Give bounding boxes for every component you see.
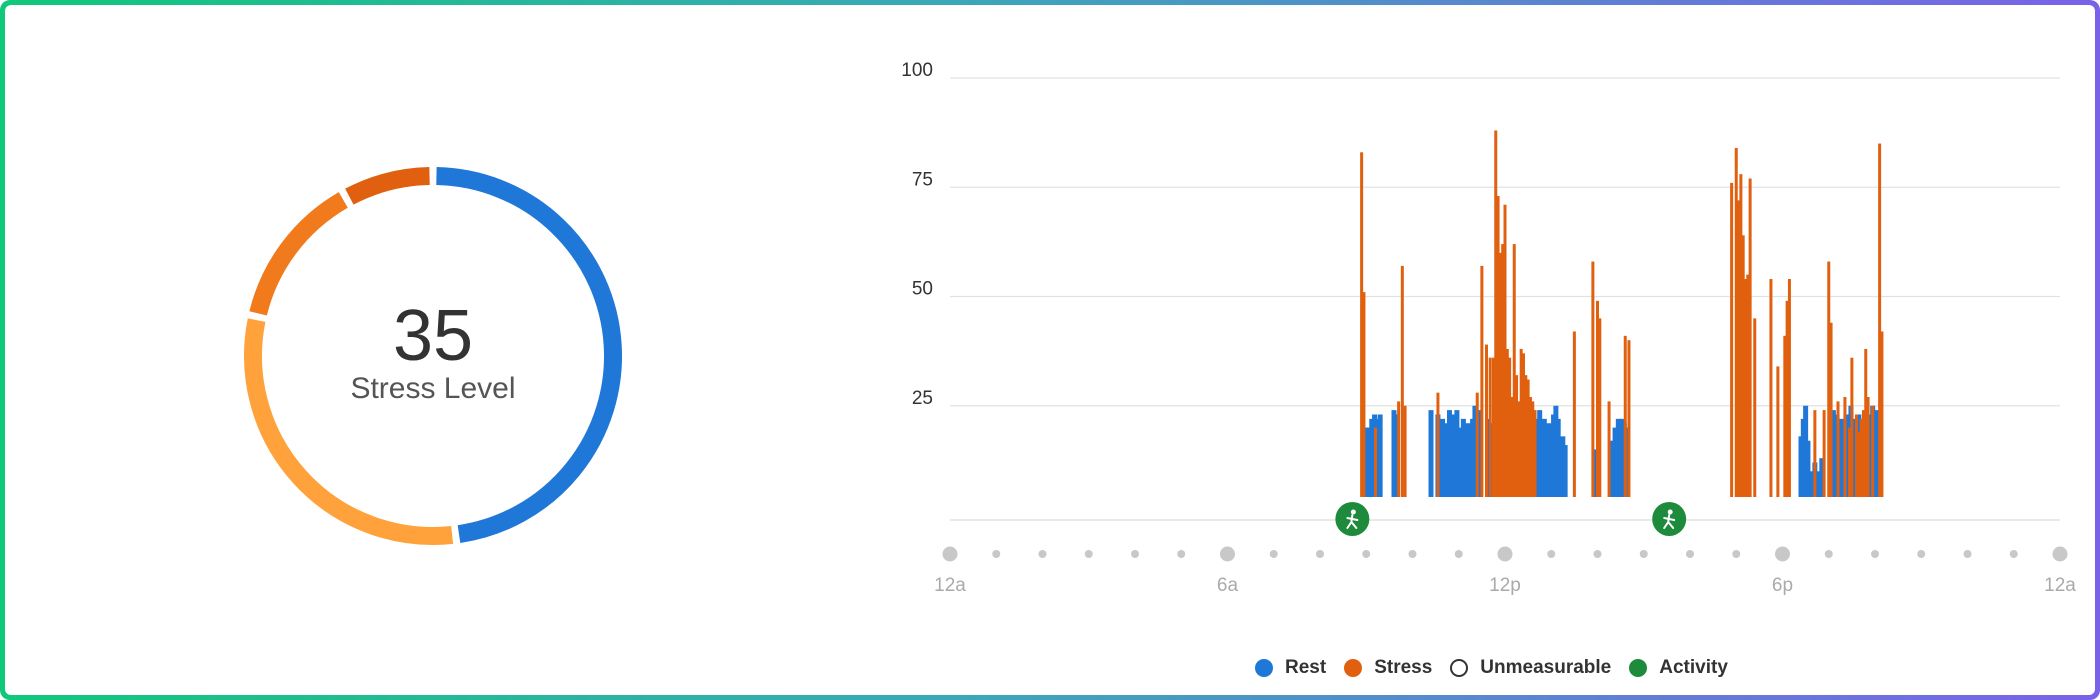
x-minor-tick: [1593, 550, 1602, 558]
x-axis: 12a 6a 12p 6p 12a: [934, 546, 2076, 596]
x-minor-tick: [1547, 550, 1556, 558]
activity-markers: 🚶🏃: [1335, 502, 1687, 536]
x-minor-tick: [1408, 550, 1417, 558]
bar-stress: [1836, 401, 1840, 497]
y-tick-label: 100: [901, 60, 933, 81]
x-major-tick: [1775, 546, 1790, 562]
bar-stress: [1397, 401, 1401, 497]
bar-stress: [1871, 405, 1875, 497]
bar-stress: [1813, 410, 1817, 497]
x-minor-tick: [1639, 550, 1648, 558]
bar-stress: [1880, 331, 1884, 497]
bar-rest: [1465, 423, 1471, 497]
bar-stress: [1607, 401, 1611, 497]
bar-stress: [1843, 397, 1847, 497]
legend-label-stress: Stress: [1374, 657, 1433, 678]
running-icon[interactable]: 🏃: [1652, 502, 1687, 536]
x-major-tick: [1220, 546, 1235, 562]
bar-stress: [1480, 265, 1484, 497]
x-minor-tick: [1269, 550, 1278, 558]
bar-rest: [1377, 414, 1383, 497]
legend-item-rest[interactable]: Rest: [1255, 657, 1326, 679]
legend-item-stress[interactable]: Stress: [1344, 657, 1432, 679]
legend-item-unmeasurable[interactable]: Unmeasurable: [1450, 657, 1611, 679]
legend-item-activity[interactable]: Activity: [1629, 657, 1728, 679]
x-minor-tick: [1316, 550, 1324, 558]
stress-swatch-icon: [1344, 659, 1363, 677]
bar-rest: [1428, 410, 1434, 497]
bar-stress: [1485, 344, 1488, 497]
bar-stress: [1769, 279, 1773, 497]
x-tick-label: 6a: [1217, 575, 1239, 596]
y-tick-label: 50: [912, 279, 933, 300]
bar-rest: [1537, 410, 1543, 497]
bar-rest: [1541, 418, 1547, 497]
bar-stress: [1488, 357, 1492, 497]
legend-label-activity: Activity: [1659, 657, 1728, 678]
y-tick-label: 25: [912, 388, 933, 409]
x-minor-tick: [1084, 550, 1093, 558]
x-minor-tick: [1824, 550, 1833, 558]
bar-stress: [1730, 182, 1734, 497]
bar-rest: [1562, 445, 1568, 497]
bar-stress: [1533, 410, 1537, 497]
x-minor-tick: [2009, 550, 2018, 558]
activity-swatch-icon: [1629, 659, 1648, 677]
bar-stress: [1403, 405, 1407, 497]
stress-card: 35 Stress Level 25 50 75 100 12a 6a 12p 6p 12a …: [5, 5, 2095, 695]
x-minor-tick: [1871, 550, 1879, 558]
legend-label-rest: Rest: [1285, 657, 1327, 678]
x-minor-tick: [1038, 550, 1047, 558]
bar-stress: [1829, 322, 1833, 497]
bar-stress: [1572, 331, 1576, 497]
bar-stress: [1623, 335, 1627, 497]
x-minor-tick: [1362, 550, 1371, 558]
x-minor-tick: [1454, 550, 1463, 558]
x-minor-tick: [1917, 550, 1926, 558]
x-tick-label: 12a: [934, 575, 966, 596]
bar-rest: [1440, 418, 1446, 497]
rest-swatch-icon: [1255, 659, 1273, 677]
bar-stress: [1776, 366, 1780, 497]
card-border: 35 Stress Level 25 50 75 100 12a 6a 12p 6p 12a …: [0, 0, 2100, 700]
chart-legend: Rest Stress Unmeasurable Activity: [1255, 657, 1746, 679]
x-tick-label: 12p: [1489, 575, 1521, 596]
x-tick-label: 6p: [1772, 575, 1793, 596]
bar-stress: [1787, 279, 1791, 497]
bar-stress: [1748, 178, 1752, 497]
bar-rest: [1460, 418, 1466, 497]
bar-stress: [1753, 318, 1757, 497]
bar-stress: [1362, 292, 1366, 497]
x-minor-tick: [992, 550, 1001, 558]
x-minor-tick: [1177, 550, 1186, 558]
x-minor-tick: [1131, 550, 1139, 558]
bar-rest: [1447, 410, 1452, 497]
bar-stress: [1436, 392, 1440, 497]
chart-bars: [1360, 130, 1884, 498]
bar-stress: [1374, 427, 1377, 497]
bar-stress: [1591, 261, 1595, 497]
x-minor-tick: [1732, 550, 1741, 558]
bar-stress: [1400, 265, 1404, 497]
x-minor-tick: [1686, 550, 1694, 558]
bar-stress: [1866, 397, 1870, 497]
bar-stress: [1598, 318, 1602, 497]
stress-chart: 255075100 12a6a12p6p12a 🚶🏃: [901, 60, 2076, 596]
legend-label-unmeasurable: Unmeasurable: [1480, 657, 1612, 678]
bar-stress: [1850, 357, 1854, 497]
y-axis-ticks: 25 50 75 100: [901, 60, 933, 409]
x-major-tick: [942, 546, 958, 562]
x-major-tick: [1497, 546, 1513, 562]
x-major-tick: [2052, 546, 2068, 562]
x-tick-label: 12a: [2044, 575, 2076, 596]
walking-icon[interactable]: 🚶: [1335, 502, 1370, 536]
bar-stress: [1475, 392, 1479, 497]
x-minor-tick: [1963, 550, 1972, 558]
bar-rest: [1546, 423, 1552, 497]
bar-stress: [1627, 340, 1631, 497]
unmeasurable-swatch-icon: [1450, 659, 1469, 677]
bar-stress: [1822, 410, 1826, 497]
y-tick-label: 75: [912, 169, 933, 190]
